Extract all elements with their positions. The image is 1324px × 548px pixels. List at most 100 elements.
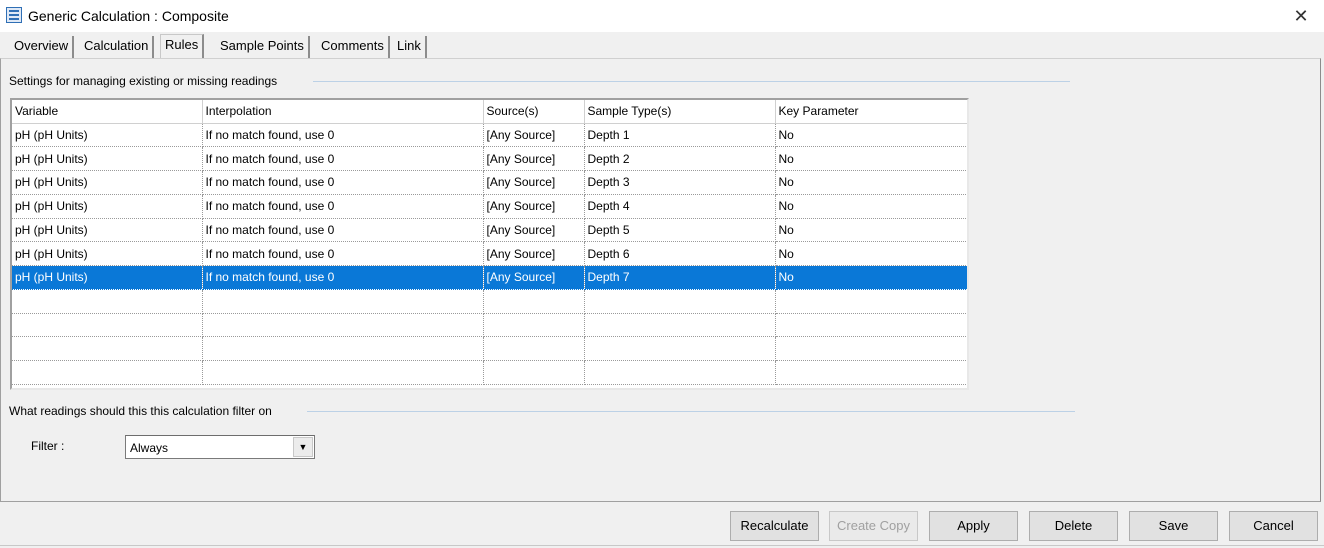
table-cell[interactable]: No — [775, 265, 967, 290]
table-cell[interactable]: pH (pH Units) — [12, 170, 203, 195]
table-cell[interactable]: If no match found, use 0 — [202, 123, 484, 148]
empty-row[interactable] — [12, 336, 967, 361]
column-header-sample-types[interactable]: Sample Type(s) — [584, 100, 776, 124]
table-cell[interactable]: No — [775, 241, 967, 266]
tab-comments[interactable]: Comments — [317, 36, 390, 58]
header-row: Variable Interpolation Source(s) Sample … — [12, 100, 967, 124]
table-cell[interactable]: Depth 5 — [584, 218, 776, 243]
column-header-sources[interactable]: Source(s) — [483, 100, 585, 124]
rules-table: Variable Interpolation Source(s) Sample … — [12, 100, 967, 385]
tab-overview[interactable]: Overview — [10, 36, 75, 58]
divider — [0, 545, 1324, 546]
table-row[interactable]: pH (pH Units) If no match found, use 0 [An… — [12, 194, 967, 219]
table-cell[interactable] — [775, 360, 967, 385]
save-button[interactable]: Save — [1129, 511, 1218, 541]
table-cell[interactable] — [775, 313, 967, 338]
table-cell[interactable]: pH (pH Units) — [12, 218, 203, 243]
table-cell[interactable]: Depth 4 — [584, 194, 776, 219]
section-divider — [307, 411, 1075, 412]
empty-row[interactable] — [12, 360, 967, 385]
title-bar: Generic Calculation : Composite ✕ — [0, 0, 1324, 32]
table-cell[interactable] — [12, 289, 203, 314]
table-cell[interactable]: No — [775, 194, 967, 219]
table-cell[interactable]: If no match found, use 0 — [202, 146, 484, 171]
table-row[interactable]: pH (pH Units) If no match found, use 0 [An… — [12, 265, 967, 290]
table-cell[interactable] — [584, 360, 776, 385]
rules-grid[interactable]: Variable Interpolation Source(s) Sample … — [10, 98, 969, 390]
table-cell[interactable]: [Any Source] — [483, 218, 585, 243]
rules-panel: Settings for managing existing or missin… — [0, 58, 1321, 502]
table-cell[interactable]: No — [775, 123, 967, 148]
column-header-key-parameter[interactable]: Key Parameter — [775, 100, 967, 124]
table-cell[interactable] — [202, 289, 484, 314]
window-title: Generic Calculation : Composite — [28, 8, 229, 24]
tab-rules[interactable]: Rules — [160, 34, 205, 58]
create-copy-button[interactable]: Create Copy — [829, 511, 918, 541]
table-cell[interactable]: No — [775, 218, 967, 243]
table-cell[interactable] — [584, 289, 776, 314]
table-cell[interactable]: Depth 3 — [584, 170, 776, 195]
tab-strip: Overview Calculation Rules Sample Points… — [0, 32, 1324, 58]
table-cell[interactable] — [584, 313, 776, 338]
table-row[interactable]: pH (pH Units) If no match found, use 0 [An… — [12, 218, 967, 243]
recalculate-button[interactable]: Recalculate — [730, 511, 819, 541]
table-cell[interactable] — [202, 313, 484, 338]
table-cell[interactable]: If no match found, use 0 — [202, 241, 484, 266]
table-cell[interactable]: No — [775, 146, 967, 171]
filter-dropdown[interactable]: Always ▼ — [125, 435, 315, 459]
table-row[interactable]: pH (pH Units) If no match found, use 0 [An… — [12, 123, 967, 148]
table-cell[interactable] — [12, 313, 203, 338]
table-row[interactable]: pH (pH Units) If no match found, use 0 [An… — [12, 241, 967, 266]
close-icon[interactable]: ✕ — [1286, 4, 1316, 28]
column-header-variable[interactable]: Variable — [12, 100, 203, 124]
empty-row[interactable] — [12, 313, 967, 338]
column-header-interpolation[interactable]: Interpolation — [202, 100, 484, 124]
table-cell[interactable]: pH (pH Units) — [12, 146, 203, 171]
tab-calculation[interactable]: Calculation — [80, 36, 155, 58]
table-cell[interactable]: pH (pH Units) — [12, 265, 203, 290]
empty-row[interactable] — [12, 289, 967, 314]
table-cell[interactable]: If no match found, use 0 — [202, 218, 484, 243]
table-cell[interactable]: Depth 7 — [584, 265, 776, 290]
table-cell[interactable]: [Any Source] — [483, 170, 585, 195]
table-cell[interactable]: [Any Source] — [483, 123, 585, 148]
table-cell[interactable] — [483, 289, 585, 314]
table-cell[interactable]: Depth 1 — [584, 123, 776, 148]
table-cell[interactable]: [Any Source] — [483, 146, 585, 171]
cancel-button[interactable]: Cancel — [1229, 511, 1318, 541]
table-cell[interactable]: If no match found, use 0 — [202, 194, 484, 219]
table-cell[interactable]: Depth 6 — [584, 241, 776, 266]
tab-link[interactable]: Link — [393, 36, 427, 58]
table-cell[interactable] — [202, 336, 484, 361]
table-cell[interactable]: pH (pH Units) — [12, 241, 203, 266]
table-cell[interactable] — [202, 360, 484, 385]
chevron-down-icon[interactable]: ▼ — [293, 437, 313, 457]
section-divider — [313, 81, 1070, 82]
table-cell[interactable]: Depth 2 — [584, 146, 776, 171]
table-row[interactable]: pH (pH Units) If no match found, use 0 [An… — [12, 146, 967, 171]
table-cell[interactable] — [483, 360, 585, 385]
table-cell[interactable] — [12, 360, 203, 385]
table-cell[interactable]: pH (pH Units) — [12, 123, 203, 148]
table-cell[interactable] — [584, 336, 776, 361]
table-cell[interactable]: If no match found, use 0 — [202, 265, 484, 290]
table-cell[interactable] — [775, 336, 967, 361]
table-cell[interactable]: pH (pH Units) — [12, 194, 203, 219]
table-cell[interactable]: [Any Source] — [483, 241, 585, 266]
table-cell[interactable] — [483, 313, 585, 338]
table-cell[interactable] — [12, 336, 203, 361]
table-cell[interactable] — [483, 336, 585, 361]
table-row[interactable]: pH (pH Units) If no match found, use 0 [An… — [12, 170, 967, 195]
filter-section-heading: What readings should this this calculati… — [9, 404, 272, 418]
calculator-icon — [6, 7, 22, 23]
table-cell[interactable] — [775, 289, 967, 314]
delete-button[interactable]: Delete — [1029, 511, 1118, 541]
table-cell[interactable]: If no match found, use 0 — [202, 170, 484, 195]
rules-section-heading: Settings for managing existing or missin… — [9, 74, 278, 88]
table-cell[interactable]: No — [775, 170, 967, 195]
tab-sample-points[interactable]: Sample Points — [216, 36, 310, 58]
filter-label: Filter : — [31, 439, 65, 453]
table-cell[interactable]: [Any Source] — [483, 265, 585, 290]
table-cell[interactable]: [Any Source] — [483, 194, 585, 219]
apply-button[interactable]: Apply — [929, 511, 1018, 541]
